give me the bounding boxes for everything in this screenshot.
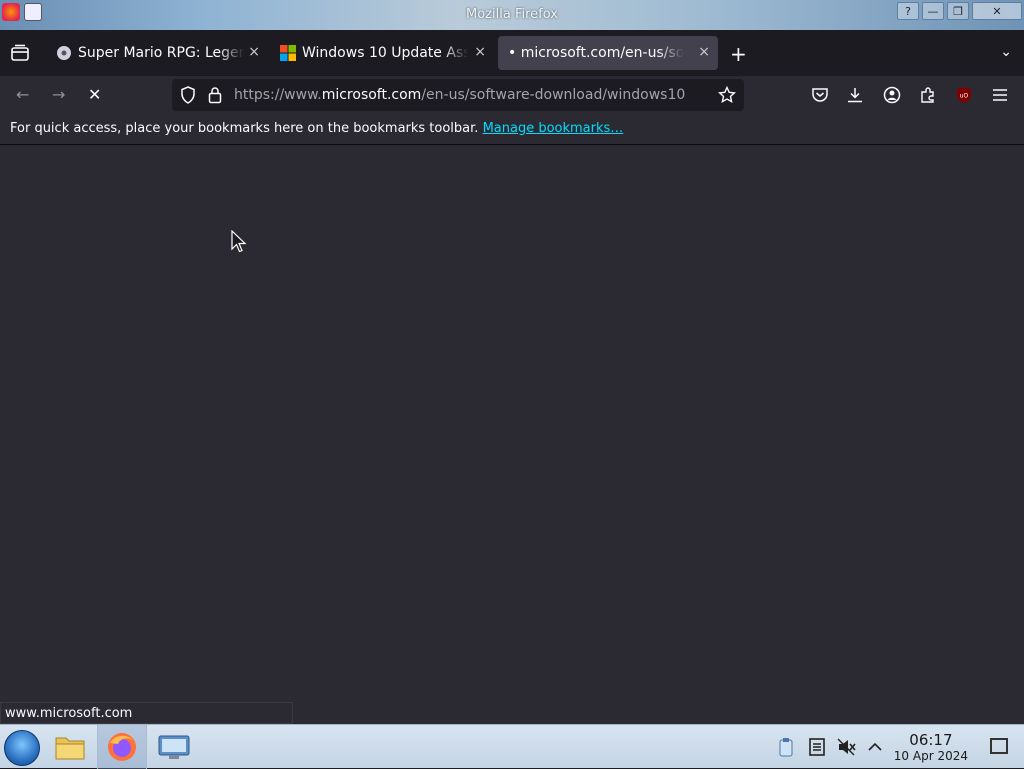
close-window-button[interactable]: ✕ [972, 2, 1022, 20]
taskbar-file-manager[interactable] [45, 725, 95, 769]
pocket-icon[interactable] [811, 86, 829, 104]
system-settings-icon [158, 735, 190, 759]
close-tab-icon[interactable]: × [248, 44, 260, 60]
downloads-icon[interactable] [846, 86, 864, 104]
chevron-up-icon[interactable] [867, 737, 883, 757]
page-content-area[interactable] [0, 145, 1024, 724]
firefox-view-icon[interactable] [10, 44, 30, 62]
taskbar-firefox[interactable] [97, 725, 147, 769]
hamburger-menu-icon[interactable] [991, 86, 1009, 104]
url-bar[interactable]: https://www.microsoft.com/en-us/software… [172, 79, 744, 111]
close-tab-icon[interactable]: × [698, 44, 710, 60]
url-prefix: https://www. [234, 87, 322, 103]
tab-label: • microsoft.com/en-us/software-download/… [508, 45, 684, 61]
bookmarks-empty-message: For quick access, place your bookmarks h… [10, 121, 483, 136]
disc-icon [57, 46, 71, 60]
bookmark-star-icon[interactable] [718, 86, 736, 104]
mouse-cursor-icon [231, 230, 247, 253]
ublock-origin-icon[interactable]: uO [955, 86, 973, 104]
tab-label: Windows 10 Update Assistant [302, 45, 468, 61]
file-manager-icon [55, 737, 85, 760]
window-controls: ? — ❐ ✕ [897, 2, 1022, 20]
tab-label: Super Mario RPG: Legend of the Seven Sta… [78, 45, 244, 61]
minimize-button[interactable]: — [922, 2, 944, 20]
taskbar: 06:17 10 Apr 2024 [0, 724, 1024, 769]
forward-button[interactable]: → [52, 85, 65, 104]
account-icon[interactable] [883, 86, 901, 104]
stop-loading-button[interactable]: ✕ [88, 85, 101, 104]
windows-logo-icon [280, 45, 296, 61]
close-tab-icon[interactable]: × [474, 44, 486, 60]
notes-tray-icon[interactable] [808, 737, 826, 757]
window-titlebar: Mozilla Firefox ? — ❐ ✕ [0, 0, 1024, 30]
firefox-icon [108, 733, 136, 761]
clock-time: 06:17 [909, 731, 953, 749]
url-text[interactable]: https://www.microsoft.com/en-us/software… [234, 87, 685, 103]
lock-icon[interactable] [208, 86, 222, 104]
help-button[interactable]: ? [897, 2, 919, 20]
window-title: Mozilla Firefox [466, 7, 558, 22]
volume-muted-icon[interactable] [837, 737, 857, 757]
show-desktop-icon[interactable] [990, 738, 1008, 754]
taskbar-system-settings[interactable] [149, 725, 199, 769]
navigation-toolbar: ← → ✕ https://www.microsoft.com/en-us/so… [0, 76, 1024, 114]
svg-text:uO: uO [960, 93, 969, 100]
tab-super-mario[interactable]: Super Mario RPG: Legend of the Seven Sta… [46, 36, 268, 70]
extensions-icon[interactable] [919, 86, 937, 104]
back-button[interactable]: ← [16, 85, 29, 104]
tab-bar: Super Mario RPG: Legend of the Seven Sta… [0, 30, 1024, 76]
link-status-panel: www.microsoft.com [0, 702, 293, 724]
clock-date: 10 Apr 2024 [893, 749, 968, 763]
url-domain: microsoft.com [321, 87, 422, 103]
list-all-tabs-button[interactable]: ⌄ [1000, 44, 1012, 60]
tab-microsoft-download[interactable]: • microsoft.com/en-us/software-download/… [498, 36, 718, 70]
new-tab-button[interactable]: + [730, 42, 747, 66]
tracking-protection-shield-icon[interactable] [180, 86, 196, 104]
tab-windows-update[interactable]: Windows 10 Update Assistant × [270, 36, 494, 70]
maximize-button[interactable]: ❐ [947, 2, 969, 20]
bookmarks-toolbar: For quick access, place your bookmarks h… [0, 114, 1024, 145]
url-path: /en-us/software-download/windows10 [421, 87, 686, 103]
start-menu-button[interactable] [4, 730, 40, 766]
system-clock[interactable]: 06:17 10 Apr 2024 [894, 731, 968, 763]
clipboard-tray-icon[interactable] [778, 737, 794, 757]
manage-bookmarks-link[interactable]: Manage bookmarks… [483, 121, 624, 136]
